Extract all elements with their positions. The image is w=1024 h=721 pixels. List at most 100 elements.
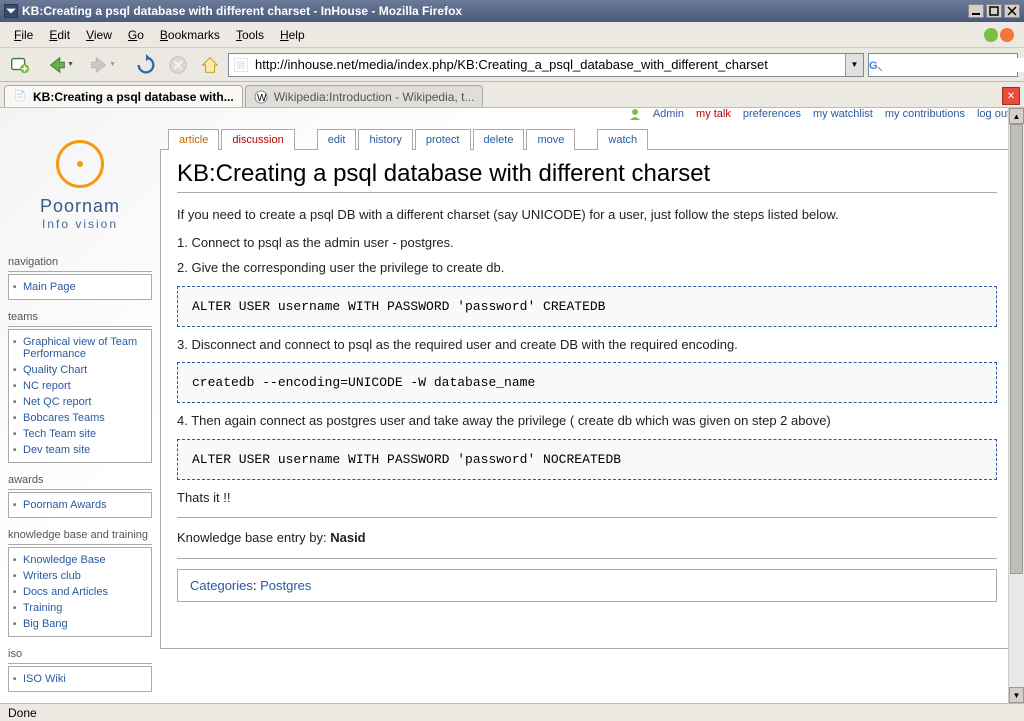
nav-item: Writers club [9,568,151,584]
step-4: 4. Then again connect as postgres user a… [177,411,997,431]
nav-link[interactable]: Knowledge Base [23,554,106,566]
logo-subtitle: Info vision [42,217,118,231]
code-block-2: createdb --encoding=UNICODE -W database_… [177,362,997,403]
step-2: 2. Give the corresponding user the privi… [177,258,997,278]
activity-indicator [984,28,1014,42]
nav-link[interactable]: Writers club [23,570,81,582]
logout-link[interactable]: log out [977,108,1010,120]
forward-button[interactable]: ▼ [80,51,118,79]
nav-link[interactable]: ISO Wiki [23,673,66,685]
tab-title: Wikipedia:Introduction - Wikipedia, t... [274,90,475,104]
page-favicon [233,57,249,73]
nav-section-title: teams [8,308,152,327]
code-block-3: ALTER USER username WITH PASSWORD 'passw… [177,439,997,480]
browser-tabstrip: 📄 KB:Creating a psql database with... W … [0,82,1024,108]
nav-section-title: iso [8,645,152,664]
nav-link[interactable]: Quality Chart [23,364,87,376]
back-button[interactable]: ▼ [38,51,76,79]
nav-item: Big Bang [9,616,151,632]
menu-help[interactable]: Help [272,25,313,45]
menu-edit[interactable]: Edit [41,25,78,45]
nav-link[interactable]: Net QC report [23,396,91,408]
page-viewport: Poornam Info vision navigation Main Page t… [0,108,1024,703]
close-button[interactable] [1004,4,1020,18]
nav-link[interactable]: Bobcares Teams [23,412,105,424]
url-bar[interactable]: ▼ [228,53,864,77]
menu-view[interactable]: View [78,25,120,45]
nav-link[interactable]: Graphical view of Team Performance [23,336,137,360]
tab-protect[interactable]: protect [415,129,471,150]
scroll-track[interactable] [1009,124,1024,687]
tab-favicon: W [254,90,268,104]
tab-edit[interactable]: edit [317,129,357,150]
browser-tab-active[interactable]: 📄 KB:Creating a psql database with... [4,85,243,107]
preferences-link[interactable]: preferences [743,108,801,120]
nav-item: Docs and Articles [9,584,151,600]
menu-tools[interactable]: Tools [228,25,272,45]
close-tab-button[interactable]: ✕ [1002,87,1020,105]
nav-item: Training [9,600,151,616]
nav-link[interactable]: Tech Team site [23,428,96,440]
nav-link[interactable]: Dev team site [23,444,90,456]
nav-item: Net QC report [9,394,151,410]
site-logo[interactable]: Poornam Info vision [8,118,152,253]
my-talk-link[interactable]: my talk [696,108,731,120]
svg-text:G: G [869,60,878,72]
scroll-thumb[interactable] [1010,124,1023,574]
tab-move[interactable]: move [526,129,575,150]
wiki-sidebar: Poornam Info vision navigation Main Page t… [0,108,160,703]
logo-icon [56,140,104,188]
nav-section-title: awards [8,471,152,490]
nav-link[interactable]: Big Bang [23,618,68,630]
nav-item: Knowledge Base [9,552,151,568]
tab-watch[interactable]: watch [597,129,648,150]
nav-section-title: navigation [8,253,152,272]
url-input[interactable] [253,57,845,72]
nav-item: ISO Wiki [9,671,151,687]
categories-box: Categories: Postgres [177,569,997,602]
search-engine-icon[interactable]: G [869,58,883,72]
category-link[interactable]: Postgres [260,578,311,593]
menubar: File Edit View Go Bookmarks Tools Help [0,22,1024,48]
tab-article[interactable]: article [168,129,219,150]
window-menu-icon[interactable] [4,4,18,18]
user-page-link[interactable]: Admin [653,108,684,120]
scroll-down-button[interactable]: ▼ [1009,687,1024,703]
nav-link[interactable]: Training [23,602,62,614]
minimize-button[interactable] [968,4,984,18]
browser-tab-inactive[interactable]: W Wikipedia:Introduction - Wikipedia, t.… [245,85,484,107]
logo-name: Poornam [40,196,120,217]
nav-item: Bobcares Teams [9,410,151,426]
contributions-link[interactable]: my contributions [885,108,965,120]
step-1: 1. Connect to psql as the admin user - p… [177,233,997,253]
nav-item: Quality Chart [9,362,151,378]
nav-section: teams Graphical view of Team Performance Q… [8,308,152,463]
tab-delete[interactable]: delete [473,129,525,150]
nav-item: Tech Team site [9,426,151,442]
menu-bookmarks[interactable]: Bookmarks [152,25,228,45]
categories-label[interactable]: Categories [190,578,253,593]
url-history-dropdown[interactable]: ▼ [845,54,863,76]
maximize-button[interactable] [986,4,1002,18]
menu-file[interactable]: File [6,25,41,45]
svg-text:W: W [257,93,267,104]
new-tab-button[interactable] [6,51,34,79]
nav-link[interactable]: Poornam Awards [23,499,107,511]
vertical-scrollbar[interactable]: ▲ ▼ [1008,108,1024,703]
home-button[interactable] [196,51,224,79]
article-outro: Thats it !! [177,488,997,508]
watchlist-link[interactable]: my watchlist [813,108,873,120]
article-intro: If you need to create a psql DB with a d… [177,205,997,225]
search-input[interactable] [883,58,1024,72]
scroll-up-button[interactable]: ▲ [1009,108,1024,124]
reload-button[interactable] [132,51,160,79]
nav-link[interactable]: Docs and Articles [23,586,108,598]
stop-button[interactable] [164,51,192,79]
search-bar[interactable]: G [868,53,1018,77]
page-title: KB:Creating a psql database with differe… [177,160,997,193]
tab-history[interactable]: history [358,129,412,150]
tab-discussion[interactable]: discussion [221,129,294,150]
menu-go[interactable]: Go [120,25,152,45]
nav-link[interactable]: Main Page [23,281,76,293]
nav-link[interactable]: NC report [23,380,71,392]
